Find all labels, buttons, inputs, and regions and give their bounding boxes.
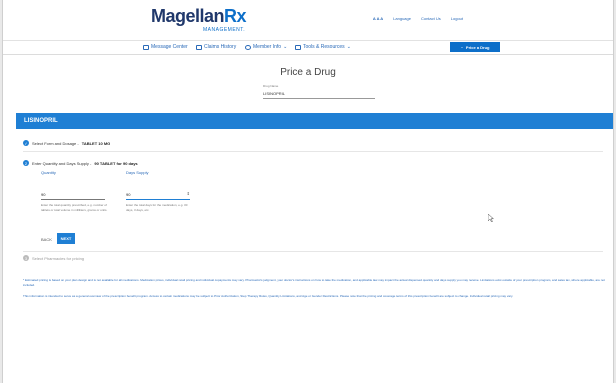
next-button[interactable]: NEXT <box>57 233 75 244</box>
step-3: 3 Select Pharmacies for pricing <box>23 255 84 261</box>
back-button[interactable]: BACK <box>41 237 52 242</box>
drug-name-input[interactable]: LISINOPRIL <box>263 91 375 99</box>
person-icon <box>245 44 251 50</box>
logo-rx: Rx <box>224 6 247 26</box>
document-icon <box>196 44 202 50</box>
pill-icon: ◔ <box>460 44 463 50</box>
mouse-cursor-icon <box>488 214 494 222</box>
step-1[interactable]: ✓ Select Form and Dosage - TABLET 10 MG <box>23 140 110 146</box>
envelope-icon <box>143 44 149 50</box>
main-nav: Message Center Claims History Member Inf… <box>3 41 613 55</box>
disclaimer-overview: This information is intended to serve as… <box>23 294 514 298</box>
logo-subtitle: MANAGEMENT. <box>203 27 246 33</box>
nav-member-info[interactable]: Member Info ⌄ <box>245 44 287 50</box>
drug-header-bar: LISINOPRIL <box>16 113 613 129</box>
chevron-down-icon: ⌄ <box>346 44 351 50</box>
step-3-label: Select Pharmacies for pricing <box>32 255 85 261</box>
contact-link[interactable]: Contact Us <box>421 16 441 21</box>
font-size-control[interactable]: A A A <box>373 16 383 21</box>
nav-tools-resources[interactable]: Tools & Resources ⌄ <box>295 44 351 50</box>
nav-label: Message Center <box>151 44 188 50</box>
step-2-prefix: Enter Quantity and Days Supply - <box>32 160 92 166</box>
page-frame: MagellanRx MANAGEMENT. A A A Language Co… <box>2 0 614 383</box>
logo[interactable]: MagellanRx MANAGEMENT. <box>151 6 247 33</box>
nav-claims-history[interactable]: Claims History <box>196 44 236 50</box>
logo-text: Magellan <box>151 6 225 26</box>
utility-links: A A A Language Contact Us Logout <box>373 16 463 21</box>
step-2-value: 90 TABLET for 90 days <box>94 160 138 166</box>
quantity-help: Enter the total quantity prescribed, e.g… <box>41 203 108 212</box>
days-supply-value: 90 <box>126 192 131 197</box>
language-link[interactable]: Language <box>393 16 411 21</box>
step-1-prefix: Select Form and Dosage - <box>32 140 79 146</box>
days-supply-label: Days Supply <box>126 170 149 175</box>
divider <box>23 151 603 152</box>
step-2: 2 Enter Quantity and Days Supply - 90 TA… <box>23 160 138 166</box>
nav-message-center[interactable]: Message Center <box>143 44 188 50</box>
chevron-down-icon: ⌄ <box>283 44 288 50</box>
days-supply-help: Enter the total days for the medication,… <box>126 203 188 212</box>
page-title: Price a Drug <box>280 67 336 78</box>
drug-name-label: Drug Name <box>263 84 279 88</box>
checkmark-icon: ✓ <box>23 140 29 146</box>
price-drug-label: Price a Drug <box>465 44 490 50</box>
logout-link[interactable]: Logout <box>451 16 463 21</box>
step-number-badge: 2 <box>23 160 29 166</box>
nav-label: Claims History <box>204 44 237 50</box>
nav-label: Tools & Resources <box>303 44 345 50</box>
disclaimer-estimated: * Estimated pricing is based on your pla… <box>23 278 605 287</box>
tools-icon <box>295 44 301 50</box>
divider <box>23 251 603 252</box>
days-supply-input[interactable]: 90 ⇕ <box>126 191 190 200</box>
price-drug-button[interactable]: ◔ Price a Drug <box>450 42 500 52</box>
header: MagellanRx MANAGEMENT. A A A Language Co… <box>3 0 613 41</box>
step-number-badge: 3 <box>23 255 29 261</box>
stepper-icon[interactable]: ⇕ <box>187 191 190 196</box>
quantity-label: Quantity <box>41 170 56 175</box>
step-1-value: TABLET 10 MG <box>81 140 111 146</box>
nav-label: Member Info <box>253 44 282 50</box>
quantity-input[interactable]: 90 <box>41 192 105 200</box>
